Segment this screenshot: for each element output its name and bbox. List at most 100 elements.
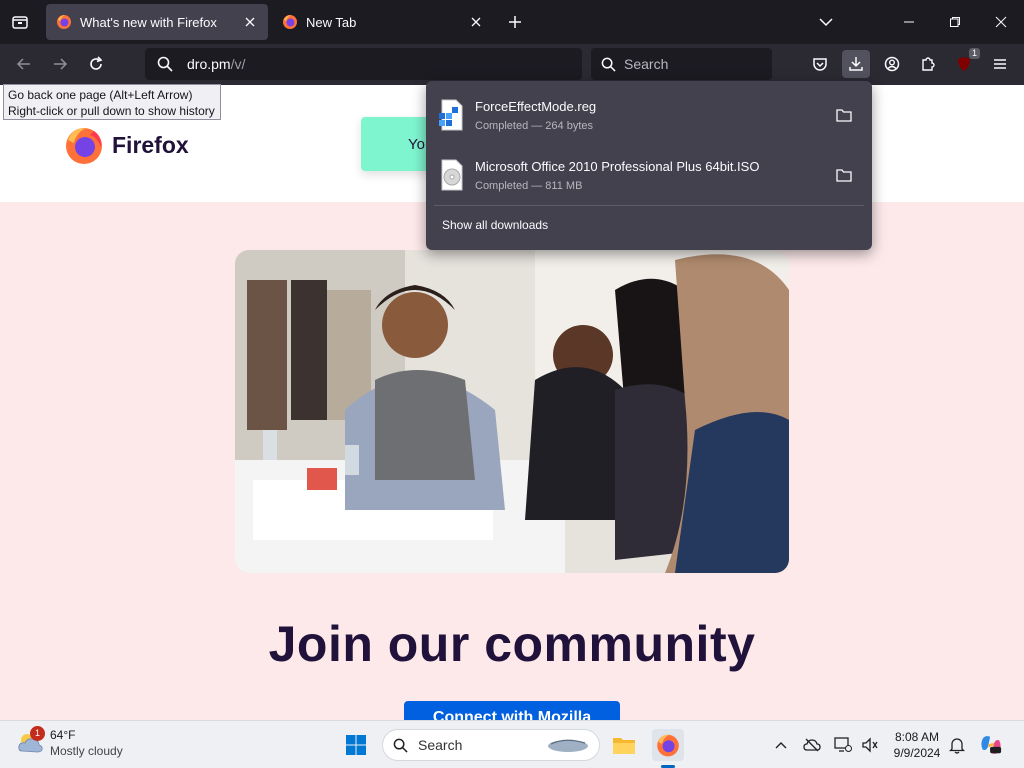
search-icon: [601, 57, 616, 72]
download-filename: Microsoft Office 2010 Professional Plus …: [475, 158, 760, 174]
nav-toolbar: dro.pm/v/ Search 1: [0, 44, 1024, 85]
back-button[interactable]: [10, 50, 38, 78]
close-tab-icon[interactable]: [242, 14, 258, 30]
disc-image-icon: [441, 159, 463, 191]
show-in-folder-button[interactable]: [832, 163, 856, 187]
taskbar-search[interactable]: Search: [382, 729, 600, 761]
registry-file-icon: [439, 99, 463, 131]
onedrive-tray-icon[interactable]: [801, 733, 823, 757]
download-status: Completed — 264 bytes: [475, 119, 594, 132]
arrow-left-icon: [16, 58, 30, 70]
brand-name: Firefox: [112, 131, 189, 158]
copilot-icon: [981, 736, 1002, 754]
bell-icon: [949, 738, 965, 754]
search-highlight-icon: [548, 739, 588, 752]
tab-list-button[interactable]: [6, 8, 34, 36]
close-tab-icon[interactable]: [468, 14, 484, 30]
download-item[interactable]: Microsoft Office 2010 Professional Plus …: [434, 147, 864, 203]
speaker-muted-icon: [862, 737, 878, 753]
tab-new-tab[interactable]: New Tab: [272, 4, 494, 40]
firefox-logo-icon: [657, 734, 679, 757]
download-item[interactable]: ForceEffectMode.reg Completed — 264 byte…: [434, 87, 864, 143]
people-meeting-photo: [235, 250, 789, 573]
tooltip-line: Go back one page (Alt+Left Arrow): [8, 88, 193, 102]
restore-button[interactable]: [941, 8, 969, 36]
forward-button[interactable]: [46, 50, 74, 78]
firefox-taskbar-button[interactable]: [652, 729, 684, 761]
weather-condition: Mostly cloudy: [50, 744, 123, 758]
close-icon: [995, 16, 1007, 28]
weather-widget[interactable]: 1 64°F Mostly cloudy: [16, 726, 123, 759]
arrow-right-icon: [54, 58, 68, 70]
network-tray-icon[interactable]: [832, 733, 854, 757]
show-all-downloads-button[interactable]: Show all downloads: [442, 218, 548, 232]
url-text: dro.pm/v/: [187, 56, 246, 72]
file-explorer-button[interactable]: [608, 729, 640, 761]
folder-icon: [836, 109, 852, 122]
search-bar[interactable]: Search: [591, 48, 772, 80]
ublock-origin-button[interactable]: 1: [950, 48, 980, 78]
extension-badge: 1: [968, 48, 980, 59]
back-button-tooltip: Go back one page (Alt+Left Arrow) Right-…: [3, 84, 221, 120]
new-tab-button[interactable]: [503, 10, 527, 34]
tooltip-line: Right-click or pull down to show history: [8, 104, 215, 118]
minimize-button[interactable]: [895, 8, 923, 36]
app-menu-button[interactable]: [986, 50, 1014, 78]
copilot-button[interactable]: [980, 733, 1002, 757]
download-filename: ForceEffectMode.reg: [475, 98, 597, 114]
search-icon: [393, 738, 408, 753]
url-bar[interactable]: dro.pm/v/: [145, 48, 582, 80]
tab-title: New Tab: [306, 14, 357, 30]
monitor-network-icon: [834, 737, 852, 752]
search-icon: [157, 56, 173, 72]
clock-date: 9/9/2024: [893, 746, 941, 760]
show-hidden-icons-button[interactable]: [770, 733, 792, 757]
divider: [434, 205, 864, 206]
account-icon: [884, 56, 900, 72]
downloads-panel: ForceEffectMode.reg Completed — 264 byte…: [426, 81, 872, 250]
close-window-button[interactable]: [987, 8, 1015, 36]
connect-with-mozilla-button[interactable]: Connect with Mozilla: [404, 701, 620, 721]
weather-temperature: 64°F: [50, 728, 76, 742]
reload-icon: [90, 56, 103, 70]
folder-icon: [613, 738, 635, 754]
pocket-icon: [813, 58, 827, 71]
notifications-button[interactable]: [946, 733, 968, 757]
restore-icon: [950, 17, 960, 27]
firefox-brand[interactable]: Firefox: [64, 125, 189, 165]
folder-icon: [836, 169, 852, 182]
tab-whats-new[interactable]: What's new with Firefox: [46, 4, 268, 40]
taskbar-search-placeholder: Search: [418, 737, 463, 753]
windows-taskbar: 1 64°F Mostly cloudy Search 8:08 AM 9/9/…: [0, 720, 1024, 768]
volume-tray-icon[interactable]: [859, 733, 881, 757]
firefox-logo-icon: [66, 128, 102, 164]
start-button[interactable]: [340, 729, 372, 761]
weather-alert-badge: 1: [30, 726, 45, 741]
page-headline: Join our community: [268, 616, 756, 672]
plus-icon: [509, 16, 521, 28]
download-status: Completed — 811 MB: [475, 179, 583, 192]
tab-title: What's new with Firefox: [80, 14, 217, 30]
teal-button-label: Yo: [408, 135, 425, 153]
clock-time: 8:08 AM: [894, 730, 940, 744]
search-placeholder: Search: [624, 56, 669, 72]
downloads-button[interactable]: [842, 50, 870, 78]
system-clock[interactable]: 8:08 AM 9/9/2024: [884, 729, 950, 761]
firefox-favicon-icon: [283, 15, 297, 29]
tab-strip: What's new with Firefox New Tab: [0, 0, 1024, 44]
list-all-tabs-button[interactable]: [812, 8, 840, 36]
hamburger-menu-icon: [994, 59, 1006, 69]
chevron-up-icon: [775, 742, 787, 749]
extensions-button[interactable]: [914, 50, 942, 78]
cloud-offline-icon: [803, 738, 821, 752]
hero-image: [235, 250, 789, 573]
chevron-down-icon: [819, 18, 833, 27]
minimize-icon: [904, 21, 914, 23]
puzzle-icon: [922, 57, 935, 71]
tab-list-icon: [12, 16, 28, 29]
show-in-folder-button[interactable]: [832, 103, 856, 127]
account-button[interactable]: [878, 50, 906, 78]
reload-button[interactable]: [82, 50, 110, 78]
pocket-button[interactable]: [806, 50, 834, 78]
download-icon: [849, 57, 863, 71]
